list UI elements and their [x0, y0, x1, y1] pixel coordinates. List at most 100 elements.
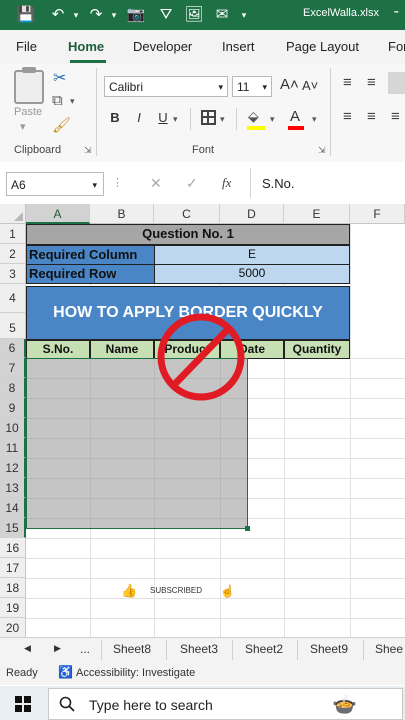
- required-column-value[interactable]: E: [154, 245, 350, 265]
- shrink-font-button[interactable]: A˅: [302, 78, 318, 93]
- undo-icon[interactable]: ↶: [48, 5, 68, 25]
- row-header[interactable]: 19: [0, 598, 26, 618]
- font-launcher-icon[interactable]: ⇲: [318, 145, 326, 156]
- row-header[interactable]: 7: [0, 358, 26, 378]
- font-name-select[interactable]: Calibri ▾: [104, 76, 228, 97]
- question-title-cell[interactable]: Question No. 1: [26, 224, 350, 245]
- align-bottom-icon[interactable]: [388, 72, 405, 94]
- undo-dropdown-icon[interactable]: ▾: [66, 5, 86, 25]
- paste-label[interactable]: Paste: [14, 106, 42, 118]
- clipboard-launcher-icon[interactable]: ⇲: [84, 145, 92, 156]
- name-box[interactable]: A6 ▾: [6, 172, 104, 196]
- underline-button[interactable]: U: [154, 110, 172, 125]
- row-header[interactable]: 8: [0, 378, 26, 398]
- row-header[interactable]: 15: [0, 518, 26, 538]
- camera-icon[interactable]: 📷: [126, 5, 146, 25]
- row-header[interactable]: 5: [0, 313, 26, 339]
- column-header-b[interactable]: B: [90, 204, 154, 224]
- grow-font-button[interactable]: A˄: [280, 76, 299, 93]
- row-header[interactable]: 10: [0, 418, 26, 438]
- font-color-dropdown-icon[interactable]: ▾: [312, 114, 317, 125]
- previous-sheet-icon[interactable]: ◀: [24, 643, 31, 654]
- align-center-icon[interactable]: ≡: [367, 108, 376, 125]
- underline-dropdown-icon[interactable]: ▾: [173, 114, 178, 125]
- column-header-e[interactable]: E: [284, 204, 350, 224]
- align-left-icon[interactable]: ≡: [343, 108, 352, 125]
- insert-function-button[interactable]: fx: [222, 175, 231, 191]
- drag-handle-icon[interactable]: ⋮: [112, 176, 123, 189]
- cancel-icon[interactable]: ✕: [150, 175, 162, 192]
- row-header[interactable]: 1: [0, 224, 26, 244]
- column-header-c[interactable]: C: [154, 204, 220, 224]
- paste-dropdown-icon[interactable]: ▾: [20, 120, 26, 133]
- align-middle-icon[interactable]: ≡: [367, 74, 376, 91]
- sheet-tab[interactable]: Shee: [375, 642, 403, 656]
- mail-icon[interactable]: ✉: [212, 5, 232, 25]
- row-header[interactable]: 14: [0, 498, 26, 518]
- font-size-select[interactable]: 11 ▾: [232, 76, 272, 97]
- sheet-tab[interactable]: Sheet2: [245, 642, 283, 656]
- tab-page-layout[interactable]: Page Layout: [286, 39, 359, 54]
- bold-button[interactable]: B: [106, 110, 124, 125]
- column-header-d[interactable]: D: [220, 204, 284, 224]
- tab-formulas[interactable]: For: [388, 39, 405, 54]
- font-color-button[interactable]: A: [290, 108, 300, 125]
- tab-developer[interactable]: Developer: [133, 39, 192, 54]
- sheet-tab[interactable]: Sheet8: [113, 642, 151, 656]
- paste-icon[interactable]: [14, 70, 44, 104]
- header-cell-name[interactable]: Name: [90, 340, 154, 359]
- formula-input[interactable]: S.No.: [262, 176, 295, 191]
- borders-dropdown-icon[interactable]: ▾: [220, 114, 225, 125]
- more-sheets-button[interactable]: ...: [80, 642, 90, 656]
- redo-dropdown-icon[interactable]: ▾: [104, 5, 124, 25]
- row-header[interactable]: 20: [0, 618, 26, 637]
- image-icon[interactable]: 🖼: [184, 5, 204, 25]
- customize-toolbar-icon[interactable]: ▾: [234, 5, 254, 25]
- required-column-label[interactable]: Required Column: [26, 245, 154, 265]
- filter-icon[interactable]: ⛛: [156, 5, 176, 25]
- row-header[interactable]: 18: [0, 578, 26, 598]
- row-header[interactable]: 17: [0, 558, 26, 578]
- enter-icon[interactable]: ✓: [186, 175, 198, 192]
- row-header[interactable]: 6: [0, 339, 26, 358]
- tab-insert[interactable]: Insert: [222, 39, 255, 54]
- row-header[interactable]: 3: [0, 264, 26, 284]
- fill-color-icon[interactable]: ⬙: [248, 108, 259, 125]
- header-cell-quantity[interactable]: Quantity: [284, 340, 350, 359]
- italic-button[interactable]: I: [130, 110, 148, 125]
- column-header-a[interactable]: A: [26, 204, 90, 224]
- column-header-f[interactable]: F: [350, 204, 405, 224]
- borders-icon[interactable]: [201, 110, 216, 125]
- format-painter-icon[interactable]: 🖌: [52, 116, 71, 134]
- align-top-icon[interactable]: ≡: [343, 74, 352, 91]
- copy-dropdown-icon[interactable]: ▾: [70, 96, 75, 107]
- accessibility-status[interactable]: Accessibility: Investigate: [76, 667, 195, 679]
- sheet-tab[interactable]: Sheet9: [310, 642, 348, 656]
- worksheet-grid[interactable]: A B C D E F 1 2 3 4 5 6 7 8 9 10 11 12 1…: [0, 204, 405, 637]
- row-header[interactable]: 13: [0, 478, 26, 498]
- windows-start-icon[interactable]: [15, 696, 31, 712]
- row-header[interactable]: 2: [0, 244, 26, 264]
- required-row-value[interactable]: 5000: [154, 265, 350, 284]
- taskbar-search-box[interactable]: Type here to search 🍲: [48, 688, 403, 720]
- row-header[interactable]: 12: [0, 458, 26, 478]
- accessibility-icon[interactable]: ♿: [58, 665, 73, 679]
- header-cell-sno[interactable]: S.No.: [26, 340, 90, 359]
- save-icon[interactable]: 💾: [16, 5, 36, 25]
- fill-handle[interactable]: [245, 526, 250, 531]
- redo-icon[interactable]: ↷: [86, 5, 106, 25]
- fill-color-dropdown-icon[interactable]: ▾: [270, 114, 275, 125]
- align-right-icon[interactable]: ≡: [391, 108, 400, 125]
- select-all-corner[interactable]: [0, 204, 26, 224]
- sheet-tab[interactable]: Sheet3: [180, 642, 218, 656]
- row-header[interactable]: 9: [0, 398, 26, 418]
- tab-file[interactable]: File: [16, 39, 37, 54]
- row-header[interactable]: 4: [0, 284, 26, 313]
- next-sheet-icon[interactable]: ▶: [54, 643, 61, 654]
- row-header[interactable]: 16: [0, 538, 26, 558]
- row-header[interactable]: 11: [0, 438, 26, 458]
- required-row-label[interactable]: Required Row: [26, 265, 154, 284]
- tab-home[interactable]: Home: [68, 39, 104, 54]
- copy-icon[interactable]: ⧉: [52, 92, 63, 109]
- cut-icon[interactable]: ✂: [53, 68, 66, 88]
